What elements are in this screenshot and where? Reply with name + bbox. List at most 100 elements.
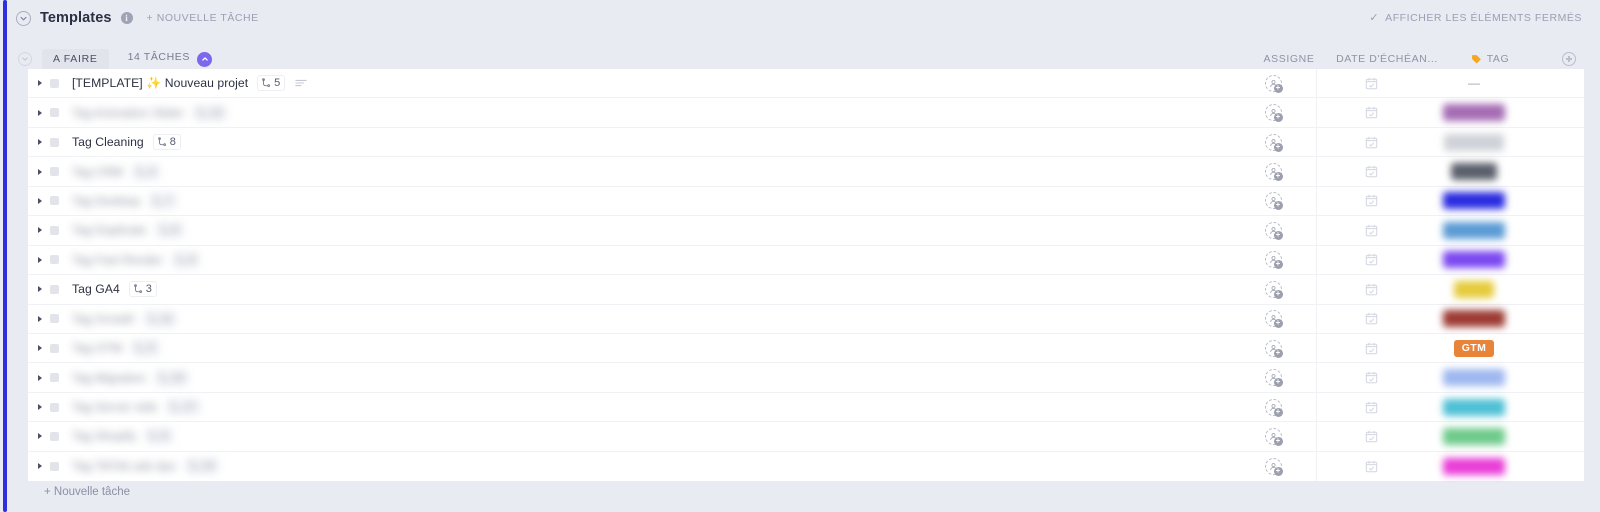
tag-cell[interactable] (1426, 363, 1522, 391)
table-row[interactable]: [TEMPLATE] ✨ Nouveau projet 5 + — (28, 69, 1584, 99)
due-date-cell[interactable] (1316, 422, 1426, 451)
subtask-count-badge[interactable]: 4 (132, 163, 161, 180)
task-status-checkbox[interactable] (50, 343, 59, 353)
assignee-cell[interactable]: + (1230, 163, 1316, 182)
tag-pill[interactable] (1443, 310, 1505, 328)
tag-pill[interactable] (1443, 251, 1505, 269)
due-date-cell[interactable] (1316, 127, 1426, 157)
task-name[interactable]: Tag Animation Slider (72, 106, 184, 120)
assignee-cell[interactable]: + (1230, 398, 1316, 417)
tag-cell[interactable]: — (1426, 69, 1522, 97)
table-row[interactable]: Tag GA4 3 + (28, 275, 1584, 305)
column-header-due-date[interactable]: DATE D'ÉCHÉAN... (1332, 53, 1442, 65)
subtask-count-badge[interactable]: 7 (149, 192, 178, 209)
task-status-checkbox[interactable] (50, 137, 59, 147)
add-assignee-icon[interactable]: + (1264, 192, 1283, 211)
task-status-checkbox[interactable] (50, 461, 59, 471)
expand-row-arrow[interactable] (38, 227, 42, 234)
table-row[interactable]: Tag GTM 5 + GTM (28, 333, 1584, 364)
task-name[interactable]: Tag TikTok ads tips (72, 459, 176, 473)
subtask-count-badge[interactable]: 5 (131, 340, 160, 357)
due-date-cell[interactable] (1316, 69, 1426, 98)
expand-row-arrow[interactable] (38, 109, 42, 116)
add-assignee-icon[interactable]: + (1264, 310, 1283, 329)
add-assignee-icon[interactable]: + (1264, 457, 1283, 476)
add-assignee-icon[interactable]: + (1264, 427, 1283, 446)
subtask-count-badge[interactable]: 3 (128, 281, 157, 298)
subtask-count-badge[interactable]: 11 (143, 310, 178, 327)
tag-pill[interactable] (1443, 104, 1505, 122)
task-status-checkbox[interactable] (50, 225, 59, 235)
expand-row-arrow[interactable] (38, 256, 42, 263)
task-status-checkbox[interactable] (50, 284, 59, 294)
task-status-checkbox[interactable] (50, 255, 59, 265)
tag-pill[interactable] (1451, 163, 1497, 181)
chevron-down-circle-icon[interactable] (16, 10, 31, 26)
due-date-cell[interactable] (1316, 333, 1426, 363)
table-row[interactable]: Tag CRM 4 + (28, 157, 1584, 187)
due-date-cell[interactable] (1316, 275, 1426, 304)
subtask-count-badge[interactable]: 6 (155, 222, 184, 239)
due-date-cell[interactable] (1316, 245, 1426, 275)
subtask-count-badge[interactable]: 17 (166, 399, 201, 416)
task-status-checkbox[interactable] (50, 431, 59, 441)
header-new-task-button[interactable]: + NOUVELLE TÂCHE (147, 12, 259, 24)
add-assignee-icon[interactable]: + (1264, 74, 1283, 93)
expand-row-arrow[interactable] (38, 315, 42, 322)
add-assignee-icon[interactable]: + (1264, 133, 1283, 152)
task-name[interactable]: Tag GTM (72, 341, 122, 355)
table-row[interactable]: Tag Migration 10 + (28, 363, 1584, 393)
table-row[interactable]: Tag Shopify 6 + (28, 422, 1584, 452)
tag-cell[interactable] (1426, 216, 1522, 244)
tag-cell[interactable] (1426, 275, 1522, 303)
tag-cell[interactable] (1426, 422, 1522, 450)
add-assignee-icon[interactable]: + (1264, 221, 1283, 240)
group-collapse-icon[interactable] (18, 52, 32, 66)
due-date-cell[interactable] (1316, 216, 1426, 245)
due-date-cell[interactable] (1316, 98, 1426, 127)
due-date-cell[interactable] (1316, 157, 1426, 186)
tag-cell[interactable]: GTM (1426, 334, 1522, 362)
expand-row-arrow[interactable] (38, 168, 42, 175)
due-date-cell[interactable] (1316, 392, 1426, 422)
tag-pill[interactable] (1443, 398, 1505, 416)
subtask-count-badge[interactable]: 10 (154, 369, 190, 386)
due-date-cell[interactable] (1316, 363, 1426, 392)
expand-row-arrow[interactable] (38, 197, 42, 204)
task-name[interactable]: Tag Growth (72, 312, 135, 326)
due-date-cell[interactable] (1316, 304, 1426, 333)
add-assignee-icon[interactable]: + (1264, 251, 1283, 270)
task-name[interactable]: Tag Duplicate (72, 223, 147, 237)
subtask-count-badge[interactable]: 9 (171, 251, 200, 268)
tag-cell[interactable] (1426, 128, 1522, 156)
tag-pill[interactable] (1454, 280, 1494, 298)
task-status-checkbox[interactable] (50, 373, 59, 383)
task-status-checkbox[interactable] (50, 78, 59, 88)
tag-cell[interactable] (1426, 187, 1522, 215)
table-row[interactable]: Tag Growth 11 + (28, 304, 1584, 334)
subtask-count-badge[interactable]: 8 (152, 134, 181, 151)
assignee-cell[interactable]: + (1230, 221, 1316, 240)
assignee-cell[interactable]: + (1230, 457, 1316, 476)
description-icon[interactable] (295, 78, 307, 88)
subtask-count-badge[interactable]: 5 (257, 75, 286, 92)
assignee-cell[interactable]: + (1230, 74, 1316, 93)
task-name[interactable]: Tag GA4 (72, 282, 120, 296)
collapse-group-badge[interactable] (197, 51, 212, 67)
table-row[interactable]: Tag Server side 17 + (28, 392, 1584, 423)
add-column-button[interactable] (1538, 52, 1600, 66)
assignee-cell[interactable]: + (1230, 133, 1316, 152)
subtask-count-badge[interactable]: 14 (184, 458, 220, 475)
subtask-count-badge[interactable]: 6 (145, 428, 174, 445)
assignee-cell[interactable]: + (1230, 310, 1316, 329)
status-tab-a-faire[interactable]: A FAIRE (42, 48, 109, 70)
task-name[interactable]: [TEMPLATE] ✨ Nouveau projet (72, 76, 248, 90)
table-row[interactable]: Tag Duplicate 6 + (28, 216, 1584, 246)
assignee-cell[interactable]: + (1230, 192, 1316, 211)
expand-row-arrow[interactable] (38, 463, 42, 470)
assignee-cell[interactable]: + (1230, 339, 1316, 358)
tag-cell[interactable] (1426, 246, 1522, 274)
subtask-count-badge[interactable]: 12 (193, 104, 228, 121)
column-header-assignee[interactable]: ASSIGNE (1246, 53, 1332, 65)
add-assignee-icon[interactable]: + (1264, 339, 1283, 358)
